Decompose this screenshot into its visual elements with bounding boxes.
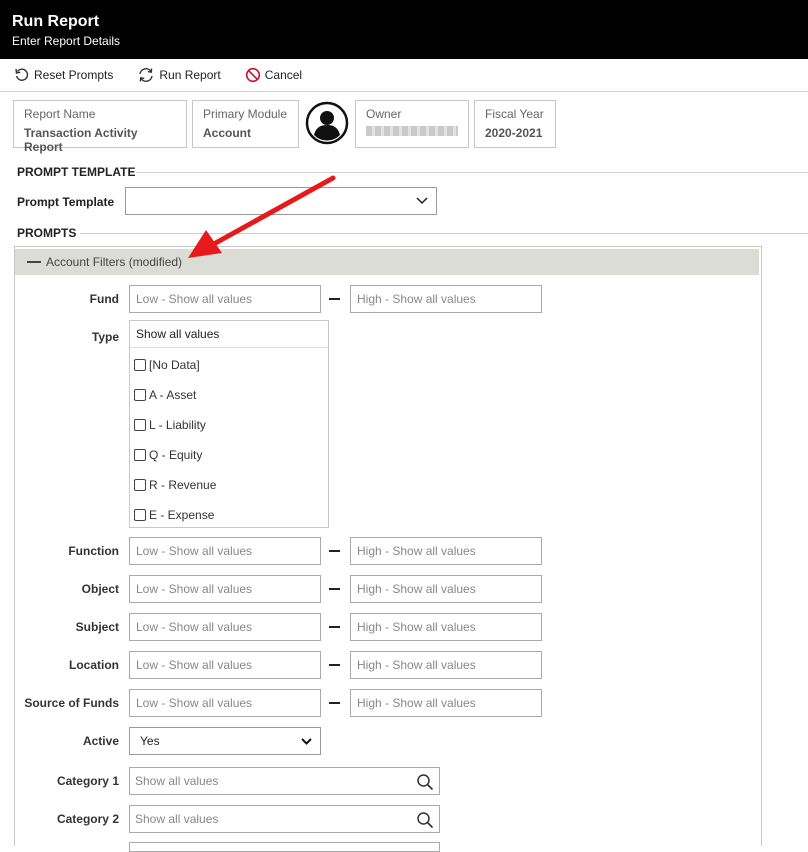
type-listbox-header[interactable]: Show all values (130, 321, 328, 348)
category-1-input[interactable]: Show all values (129, 767, 440, 795)
range-dash (329, 702, 340, 704)
type-option-label: L - Liability (149, 418, 206, 432)
subject-high-input[interactable]: High - Show all values (350, 613, 542, 641)
primary-module-label: Primary Module (203, 107, 288, 121)
function-label: Function (68, 544, 119, 558)
checkbox[interactable] (134, 509, 146, 521)
cancel-button[interactable]: Cancel (245, 67, 302, 83)
cancel-icon (245, 67, 260, 83)
source-of-funds-high-input[interactable]: High - Show all values (350, 689, 542, 717)
checkbox[interactable] (134, 479, 146, 491)
category-2-label: Category 2 (56, 812, 119, 826)
prompts-section-title: PROMPTS (17, 226, 77, 240)
account-filters-title: Account Filters (modified) (46, 255, 183, 269)
cancel-label: Cancel (264, 68, 303, 82)
fiscal-year-box: Fiscal Year 2020-2021 (474, 100, 556, 148)
function-high-input[interactable]: High - Show all values (350, 537, 542, 565)
fund-label: Fund (89, 292, 119, 306)
type-option[interactable]: L - Liability (134, 418, 206, 432)
active-value: Yes (140, 734, 160, 748)
report-name-value: Transaction Activity Report (24, 126, 138, 154)
active-label: Active (82, 734, 119, 748)
checkbox[interactable] (134, 389, 146, 401)
location-high-input[interactable]: High - Show all values (350, 651, 542, 679)
category-1-placeholder: Show all values (135, 774, 219, 788)
primary-module-box: Primary Module Account (192, 100, 299, 148)
reset-prompts-label: Reset Prompts (34, 68, 114, 82)
subject-low-input[interactable]: Low - Show all values (129, 613, 321, 641)
source-of-funds-label: Source of Funds (24, 696, 119, 710)
source-of-funds-low-input[interactable]: Low - Show all values (129, 689, 321, 717)
range-dash (329, 550, 340, 552)
report-name-label: Report Name (24, 107, 96, 121)
type-option-label: E - Expense (149, 508, 215, 522)
reset-icon (15, 68, 29, 81)
type-option-label: R - Revenue (149, 478, 217, 492)
fiscal-year-label: Fiscal Year (485, 107, 544, 121)
prompt-template-section-title: PROMPT TEMPLATE (17, 165, 136, 179)
type-option[interactable]: Q - Equity (134, 448, 202, 462)
fund-high-input[interactable]: High - Show all values (350, 285, 542, 313)
title-bar: Run Report Enter Report Details (0, 0, 808, 59)
type-listbox: Show all values [No Data] A - Asset L - … (129, 320, 329, 528)
active-select[interactable]: Yes (129, 727, 321, 755)
fiscal-year-value: 2020-2021 (485, 126, 543, 140)
section-divider (136, 172, 808, 173)
fund-low-input[interactable]: Low - Show all values (129, 285, 321, 313)
type-option[interactable]: A - Asset (134, 388, 196, 402)
checkbox[interactable] (134, 359, 146, 371)
primary-module-value: Account (203, 126, 251, 140)
collapse-icon (27, 261, 41, 263)
type-option-label: [No Data] (149, 358, 200, 372)
category-2-input[interactable]: Show all values (129, 805, 440, 833)
avatar-icon (305, 101, 349, 145)
run-report-label: Run Report (159, 68, 221, 82)
search-icon[interactable] (416, 811, 434, 829)
location-low-input[interactable]: Low - Show all values (129, 651, 321, 679)
checkbox[interactable] (134, 419, 146, 431)
type-option[interactable]: R - Revenue (134, 478, 216, 492)
refresh-icon (139, 68, 154, 82)
toolbar: Reset Prompts Run Report Cancel (0, 59, 808, 92)
chevron-down-icon (416, 197, 428, 205)
type-option[interactable]: E - Expense (134, 508, 214, 522)
object-low-input[interactable]: Low - Show all values (129, 575, 321, 603)
owner-value-redacted (366, 126, 458, 136)
account-filters-header[interactable]: Account Filters (modified) (15, 249, 759, 275)
range-dash (329, 588, 340, 590)
dialog-subtitle: Enter Report Details (12, 34, 121, 48)
type-label: Type (91, 330, 119, 344)
reset-prompts-button[interactable]: Reset Prompts (14, 67, 113, 83)
subject-label: Subject (75, 620, 119, 634)
category-1-label: Category 1 (56, 774, 119, 788)
chevron-down-icon (301, 738, 312, 745)
checkbox[interactable] (134, 449, 146, 461)
dialog-title: Run Report (12, 13, 100, 30)
owner-box: Owner (355, 100, 469, 148)
prompt-template-label: Prompt Template (17, 195, 115, 209)
section-divider (80, 233, 808, 234)
location-label: Location (69, 658, 119, 672)
type-option[interactable]: [No Data] (134, 358, 200, 372)
report-name-box: Report Name Transaction Activity Report (13, 100, 187, 154)
function-low-input[interactable]: Low - Show all values (129, 537, 321, 565)
category-2-placeholder: Show all values (135, 812, 219, 826)
owner-label: Owner (366, 107, 402, 121)
range-dash (329, 298, 340, 300)
object-high-input[interactable]: High - Show all values (350, 575, 542, 603)
type-option-label: Q - Equity (149, 448, 203, 462)
range-dash (329, 626, 340, 628)
range-dash (329, 664, 340, 666)
run-report-button[interactable]: Run Report (137, 67, 221, 83)
prompt-template-select[interactable] (125, 187, 437, 215)
object-label: Object (81, 582, 119, 596)
type-option-label: A - Asset (149, 388, 197, 402)
search-icon[interactable] (416, 773, 434, 791)
